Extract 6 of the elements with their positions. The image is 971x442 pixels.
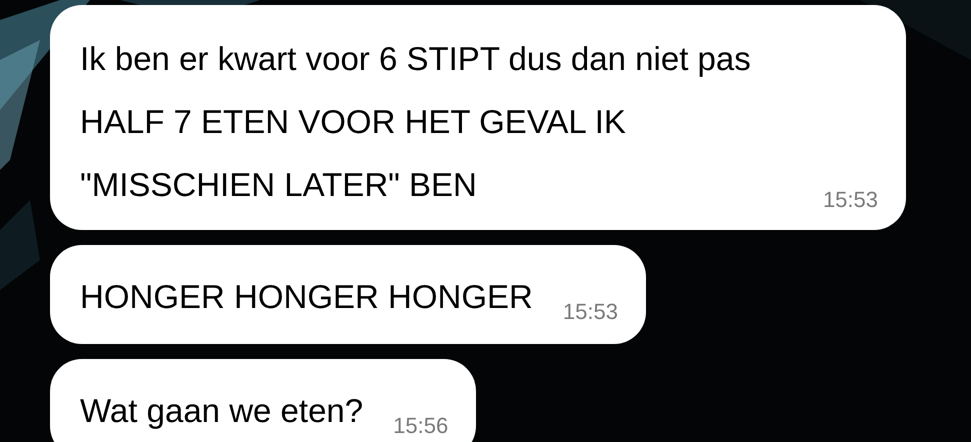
message-text: HONGER HONGER HONGER [80, 277, 533, 317]
message-time: 15:53 [822, 186, 878, 214]
message-time: 15:56 [393, 412, 448, 440]
message-text: Wat gaan we eten? [80, 391, 364, 431]
message-text: Ik ben er kwart voor 6 STIPT dus dan niet pas HALF 7 ETEN VOOR HET GEVAL IK "MISSCHIEN LATER" BEN [80, 39, 752, 205]
message-time: 15:53 [562, 298, 618, 326]
